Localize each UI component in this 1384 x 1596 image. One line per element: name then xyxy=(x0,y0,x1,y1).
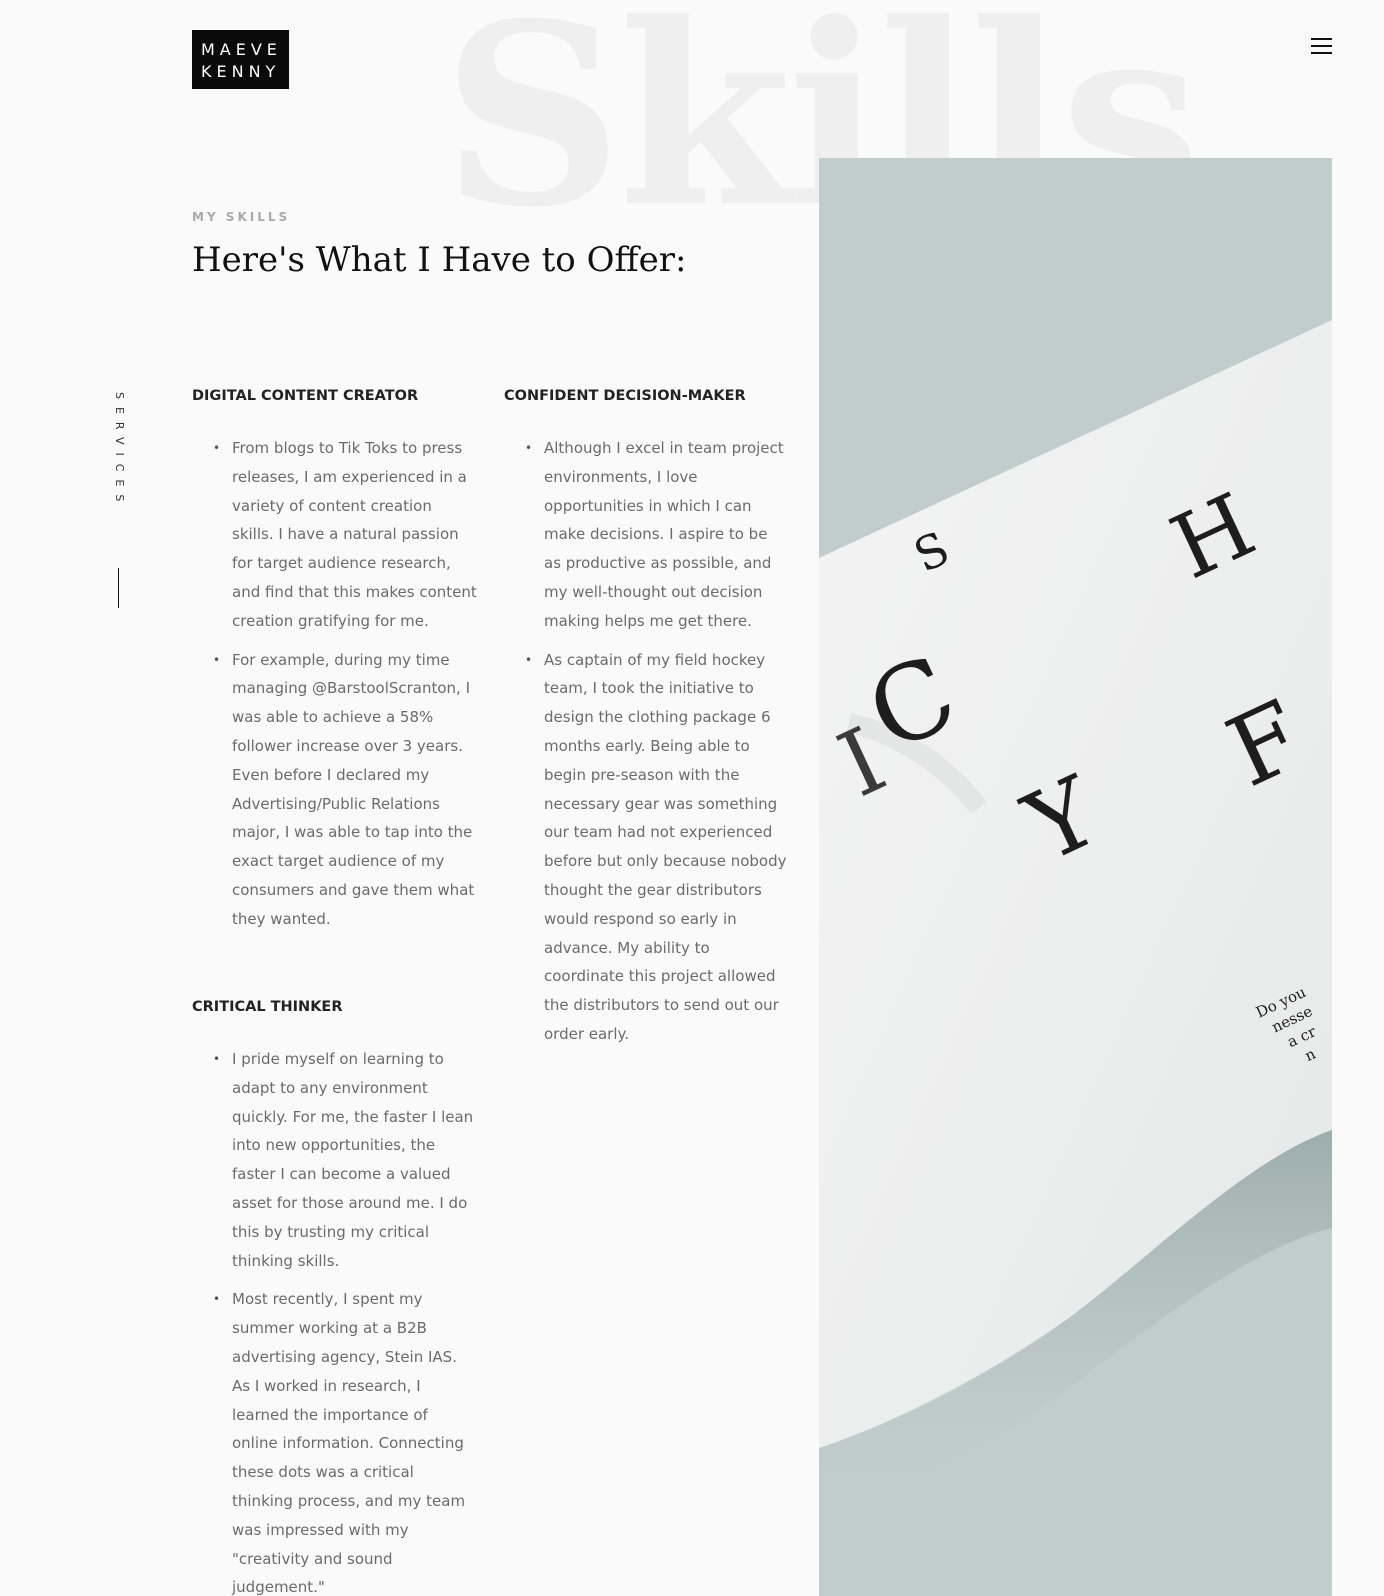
site-logo[interactable]: MAEVE KENNY xyxy=(192,30,289,89)
skill-points: Although I excel in team project environ… xyxy=(504,434,789,1049)
skill-points: I pride myself on learning to adapt to a… xyxy=(192,1045,477,1596)
list-item: I pride myself on learning to adapt to a… xyxy=(192,1045,477,1275)
decorative-book-photo: S H C I Y F Do you nesse a cr n xyxy=(819,158,1332,1596)
list-item: From blogs to Tik Toks to press releases… xyxy=(192,434,477,636)
hamburger-menu-icon[interactable] xyxy=(1311,38,1332,56)
skill-heading: DIGITAL CONTENT CREATOR xyxy=(192,388,419,404)
side-nav-services-label[interactable]: SERVICES xyxy=(112,392,126,509)
list-item: For example, during my time managing @Ba… xyxy=(192,646,477,934)
skill-block-content-creator: DIGITAL CONTENT CREATOR From blogs to Ti… xyxy=(192,388,477,944)
logo-line-1: MAEVE xyxy=(201,40,282,59)
section-eyebrow: MY SKILLS xyxy=(192,210,291,224)
list-item: Although I excel in team project environ… xyxy=(504,434,789,636)
page-title: Here's What I Have to Offer: xyxy=(192,240,687,280)
book-illustration: S H C I Y F Do you nesse a cr n xyxy=(819,320,1332,1508)
side-nav-divider xyxy=(118,568,119,608)
list-item: As captain of my field hockey team, I to… xyxy=(504,646,789,1049)
skill-points: From blogs to Tik Toks to press releases… xyxy=(192,434,477,934)
skill-heading: CRITICAL THINKER xyxy=(192,999,343,1015)
skill-block-critical-thinker: CRITICAL THINKER I pride myself on learn… xyxy=(192,999,477,1596)
list-item: Most recently, I spent my summer working… xyxy=(192,1285,477,1596)
logo-line-2: KENNY xyxy=(201,62,281,81)
skill-block-decision-maker: CONFIDENT DECISION-MAKER Although I exce… xyxy=(504,388,789,1059)
skill-heading: CONFIDENT DECISION-MAKER xyxy=(504,388,746,404)
